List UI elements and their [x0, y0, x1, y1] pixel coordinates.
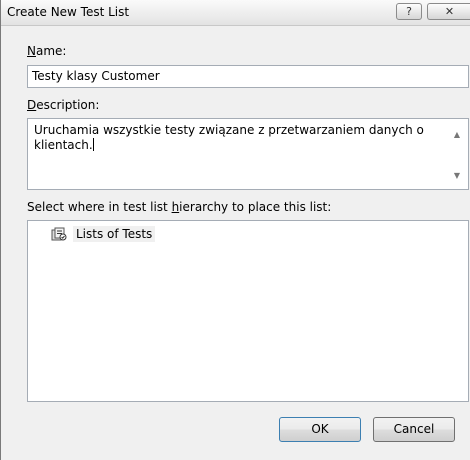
- name-input[interactable]: Testy klasy Customer: [27, 65, 469, 88]
- text-caret: [92, 138, 94, 151]
- name-label: Name:: [27, 44, 67, 58]
- close-button[interactable]: ✕: [427, 3, 470, 20]
- scroll-down-arrow-icon[interactable]: ▼: [454, 168, 460, 183]
- help-button[interactable]: ?: [396, 3, 422, 20]
- hierarchy-tree[interactable]: Lists of Tests: [27, 220, 469, 402]
- description-input[interactable]: Uruchamia wszystkie testy związane z prz…: [27, 118, 469, 190]
- test-list-icon: [51, 227, 67, 241]
- create-test-list-dialog: Create New Test List ? ✕ Name: Testy kla…: [0, 0, 470, 460]
- dialog-title: Create New Test List: [7, 5, 130, 19]
- scroll-up-arrow-icon[interactable]: ▲: [454, 127, 460, 142]
- tree-item-lists-of-tests[interactable]: Lists of Tests: [51, 225, 156, 243]
- cancel-button[interactable]: Cancel: [373, 417, 455, 442]
- hierarchy-label: Select where in test list hierarchy to p…: [27, 200, 332, 214]
- tree-item-label: Lists of Tests: [73, 226, 156, 242]
- title-bar: Create New Test List ? ✕: [1, 0, 470, 26]
- ok-button[interactable]: OK: [279, 417, 361, 442]
- description-label: Description:: [27, 98, 100, 112]
